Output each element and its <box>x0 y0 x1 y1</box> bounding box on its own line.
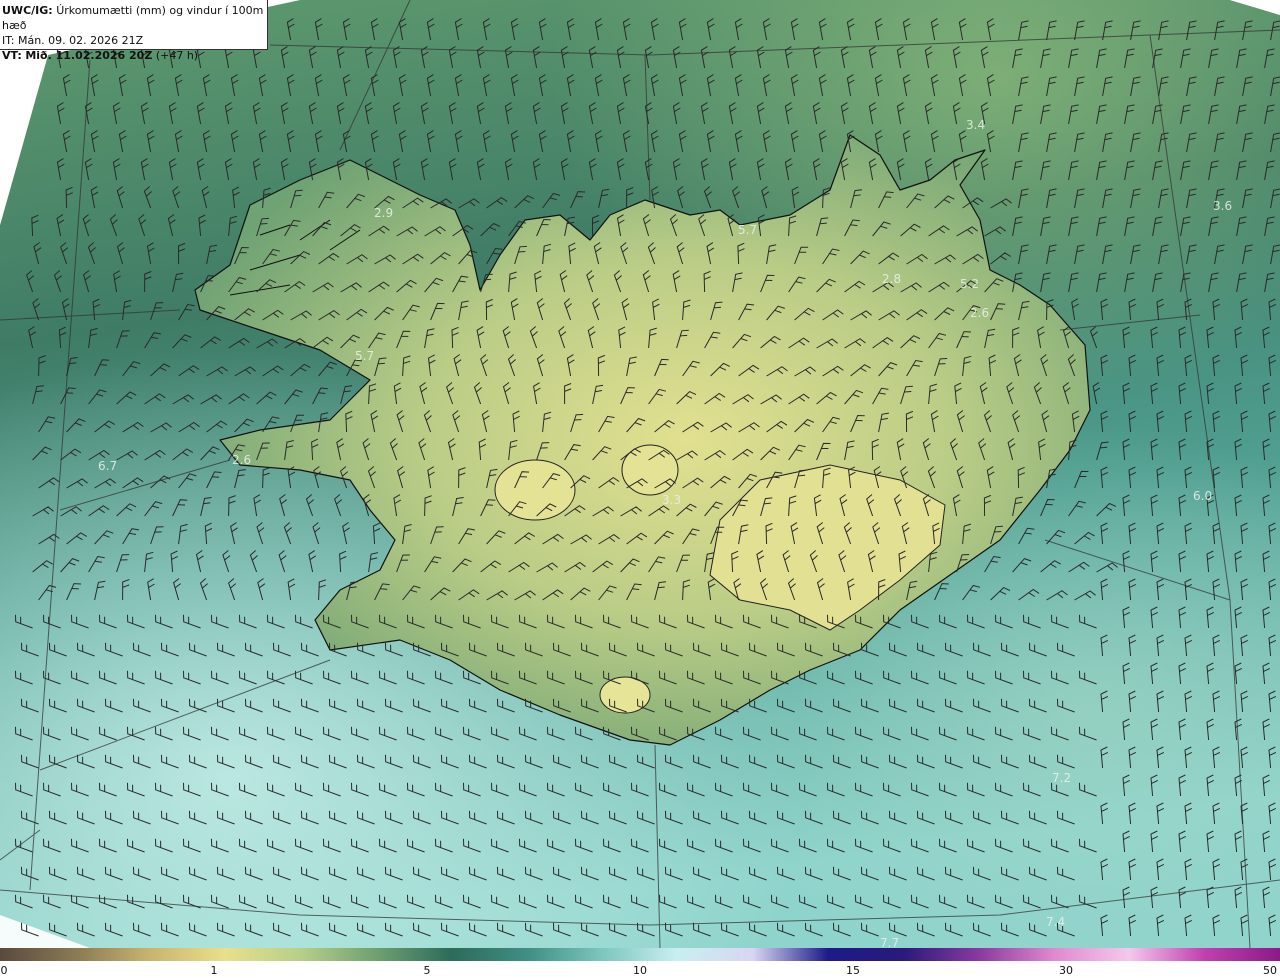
colorbar-tick: 5 <box>423 964 431 977</box>
value-label: 3.4 <box>966 118 985 132</box>
valid-time: Mið. 11.02.2026 20Z <box>25 49 153 62</box>
product-title: UWC/IG: Úrkomumætti (mm) og vindur í 100… <box>2 3 267 33</box>
colorbar-tick: 50 <box>1263 964 1277 977</box>
map-info-box: UWC/IG: Úrkomumætti (mm) og vindur í 100… <box>0 0 268 62</box>
valid-time-line: VT: Mið. 11.02.2026 20Z (+47 h) <box>2 48 267 63</box>
value-label: 3.6 <box>1213 199 1232 213</box>
init-time: IT: Mán. 09. 02. 2026 21Z <box>2 34 144 47</box>
valid-prefix: VT: <box>2 49 22 62</box>
value-label: 5.7 <box>738 223 757 237</box>
value-label: 7.4 <box>1046 915 1065 929</box>
value-label: 3.3 <box>662 493 681 507</box>
value-label: 5.2 <box>960 277 979 291</box>
colorbar-tick: 15 <box>846 964 860 977</box>
glacier-langjokull <box>494 459 576 521</box>
lead-time: (+47 h) <box>155 49 199 62</box>
colorbar: 0 1 5 10 15 30 50 <box>0 948 1280 978</box>
value-label: 7.7 <box>880 936 899 948</box>
value-label: 2.6 <box>232 453 251 467</box>
value-label: 7.2 <box>1052 771 1071 785</box>
colorbar-tick: 0 <box>0 964 8 977</box>
colorbar-tick: 10 <box>633 964 647 977</box>
forecast-map[interactable]: 3.4 3.6 5.7 2.9 2.8 5.2 2.6 5.7 6.7 2.6 … <box>0 0 1280 948</box>
value-label: 2.8 <box>882 272 901 286</box>
value-label: 5.7 <box>355 349 374 363</box>
model-name: UWC/IG: <box>2 4 53 17</box>
colorbar-tick: 30 <box>1059 964 1073 977</box>
value-label: 6.0 <box>1193 489 1212 503</box>
map-canvas: 3.4 3.6 5.7 2.9 2.8 5.2 2.6 5.7 6.7 2.6 … <box>0 0 1280 948</box>
colorbar-strip <box>0 948 1280 961</box>
value-label: 6.7 <box>98 459 117 473</box>
value-label: 2.6 <box>970 306 989 320</box>
value-label: 2.9 <box>374 206 393 220</box>
colorbar-tick: 1 <box>210 964 218 977</box>
